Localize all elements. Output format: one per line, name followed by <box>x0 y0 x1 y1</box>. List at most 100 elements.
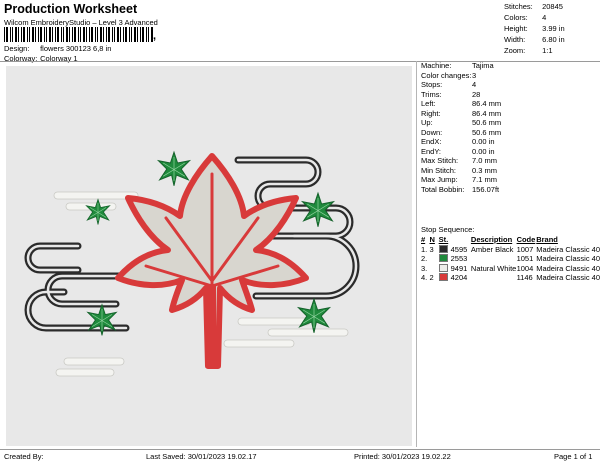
barcode-bar <box>35 27 36 42</box>
software-subtitle: Wilcom EmbroideryStudio – Level 3 Advanc… <box>4 18 158 27</box>
stop-sequence-header: # N St. Description Code Brand <box>421 235 600 245</box>
header-divider <box>0 61 600 62</box>
barcode-bar <box>49 27 51 42</box>
detail-row: Max Stitch: 7.0 mm <box>421 156 501 166</box>
barcode-bar <box>15 27 17 42</box>
stop-n <box>429 264 438 274</box>
height-value: 3.99 in <box>542 24 565 33</box>
detail-label: EndX: <box>421 137 442 146</box>
detail-row: EndY: 0.00 in <box>421 147 501 157</box>
embroidery-artwork <box>24 151 360 377</box>
detail-row: Color changes:3 <box>421 71 501 81</box>
stop-stitches-cell: 9491 <box>438 263 471 274</box>
stop-number: 3. <box>421 263 428 273</box>
detail-value: 86.4 mm <box>472 108 502 118</box>
stop-n: 3 <box>429 244 434 254</box>
zoom-row: Zoom: 1:1 <box>504 46 553 55</box>
detail-row: Right: 86.4 mm <box>421 109 501 119</box>
zoom-label: Zoom: <box>504 46 526 55</box>
barcode-bar <box>89 27 90 42</box>
stop-stitches: 4595 <box>450 244 468 254</box>
page-number: Page 1 of 1 <box>554 452 593 461</box>
stop-stitches: 4204 <box>450 273 468 282</box>
detail-value: 156.07ft <box>472 184 500 194</box>
stop-n <box>429 254 438 264</box>
barcode-bar <box>72 27 73 42</box>
stop-n: 2 <box>429 273 434 282</box>
stop-row: 1. 3 4595 Amber Black 1007 Madeira Classic 40 <box>421 244 600 255</box>
barcode-bar <box>32 27 34 42</box>
colors-row: Colors: 4 <box>504 13 546 22</box>
design-label: Design: <box>4 44 30 53</box>
colors-value: 4 <box>542 13 547 22</box>
detail-value: 28 <box>472 89 481 99</box>
barcode-bar <box>112 27 113 42</box>
detail-label: Total Bobbin: <box>421 184 465 194</box>
stop-description: Natural White <box>470 263 517 273</box>
barcode-bar <box>131 27 132 42</box>
barcode-bar <box>95 27 96 42</box>
detail-row: EndX: 0.00 in <box>421 137 501 147</box>
stop-sequence-title: Stop Sequence: <box>421 225 475 234</box>
last-saved: Last Saved: 30/01/2023 19.02.17 <box>146 452 257 461</box>
color-swatch <box>438 254 448 262</box>
detail-label: Stops: <box>421 80 443 89</box>
detail-row: Total Bobbin: 156.07ft <box>421 185 501 195</box>
barcode-bar <box>78 27 79 42</box>
color-swatch <box>438 244 448 253</box>
stop-number: 4. <box>421 273 428 282</box>
stop-row: 4. 2 4204 1146 Madeira Classic 40 <box>421 273 600 283</box>
stop-brand: Madeira Classic 40 <box>536 254 600 263</box>
colors-label: Colors: <box>504 13 528 22</box>
barcode-bar <box>6 27 8 42</box>
stop-stitches: 9491 <box>450 263 468 273</box>
stop-code: 1007 <box>516 244 534 254</box>
detail-label: Down: <box>421 127 443 137</box>
worksheet-title: Production Worksheet <box>4 2 138 16</box>
detail-label: Min Stitch: <box>421 165 457 175</box>
barcode-suffix: , <box>153 30 157 42</box>
barcode-bar <box>40 27 42 42</box>
created-by: Created By: <box>4 452 44 461</box>
barcode-bar <box>103 27 104 42</box>
detail-row: Min Stitch: 0.3 mm <box>421 166 501 176</box>
barcode-bar <box>108 27 110 42</box>
barcode-bar <box>57 27 59 42</box>
detail-row: Stops: 4 <box>421 80 501 90</box>
detail-value: 50.6 mm <box>472 127 502 137</box>
detail-row: Up: 50.6 mm <box>421 118 501 128</box>
stop-brand: Madeira Classic 40 <box>536 273 600 282</box>
section-divider <box>416 61 417 447</box>
stop-description <box>471 273 517 283</box>
detail-label: Max Jump: <box>421 175 458 184</box>
height-row: Height: 3.99 in <box>504 24 565 33</box>
barcode-bar <box>148 27 149 42</box>
detail-value: 7.1 mm <box>472 175 498 184</box>
barcode-bar <box>123 27 124 42</box>
barcode-bar <box>80 27 81 42</box>
barcode-bar <box>137 27 138 42</box>
zoom-value: 1:1 <box>542 46 553 55</box>
stop-brand: Madeira Classic 40 <box>536 263 600 273</box>
stop-row: 3. 9491 Natural White 1004 Madeira Classic 4… <box>421 263 600 274</box>
barcode-bar <box>21 27 22 42</box>
barcode-bar <box>114 27 115 42</box>
detail-label: EndY: <box>421 146 442 156</box>
barcode <box>4 27 153 42</box>
detail-label: Up: <box>421 118 433 127</box>
barcode-bar <box>140 27 141 42</box>
stitches-row: Stitches: 20845 <box>504 2 563 11</box>
barcode-bar <box>38 27 39 42</box>
barcode-bar <box>134 27 136 42</box>
detail-value: 0.00 in <box>472 146 495 156</box>
detail-label: Left: <box>421 99 436 108</box>
detail-value: 7.0 mm <box>472 156 498 165</box>
stop-stitches-cell: 2553 <box>438 254 471 264</box>
barcode-bar <box>83 27 85 42</box>
barcode-bar <box>63 27 64 42</box>
detail-label: Machine: <box>421 61 452 70</box>
detail-label: Right: <box>421 108 441 118</box>
barcode-bar <box>97 27 98 42</box>
stop-code: 1004 <box>516 263 534 273</box>
detail-value: 4 <box>472 80 477 89</box>
